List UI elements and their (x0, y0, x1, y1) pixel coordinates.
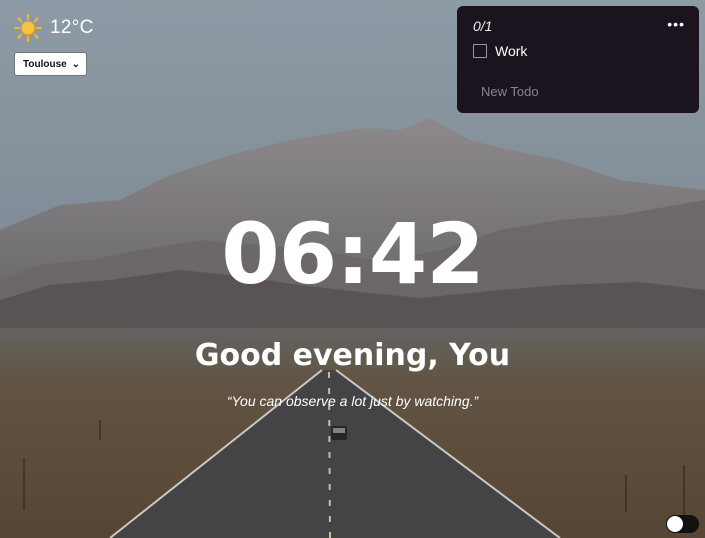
city-select[interactable]: Toulouse ⌄ (14, 52, 87, 76)
todo-panel: 0/1 ••• Work (457, 6, 699, 113)
theme-toggle[interactable] (666, 515, 699, 533)
city-select-value: Toulouse (23, 58, 67, 70)
temperature: 12°C (50, 17, 94, 38)
more-menu-icon[interactable]: ••• (667, 16, 685, 32)
clock-time: 06:42 (221, 205, 484, 303)
quote: “You can observe a lot just by watching.… (226, 393, 479, 409)
chevron-down-icon: ⌄ (71, 58, 80, 70)
new-todo-input[interactable] (479, 83, 683, 100)
todo-count: 0/1 (473, 18, 493, 34)
weather-widget: 12°C Toulouse ⌄ (14, 14, 94, 76)
sun-icon (14, 14, 42, 42)
todo-item-label: Work (495, 43, 528, 59)
todo-item[interactable]: Work (473, 43, 683, 59)
greeting: Good evening, You (194, 338, 511, 373)
theme-toggle-knob (667, 516, 683, 532)
todo-checkbox[interactable] (473, 44, 487, 58)
